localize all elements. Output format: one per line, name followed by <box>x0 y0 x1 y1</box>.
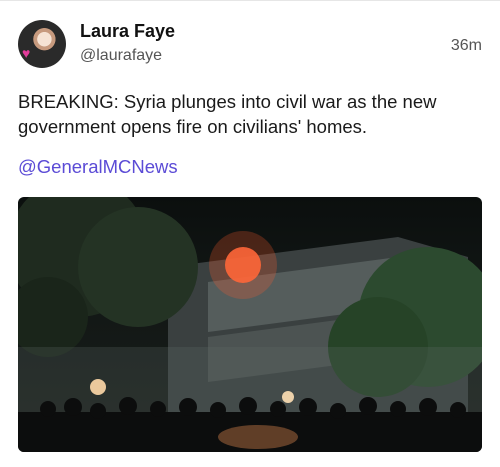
heart-icon: ♥ <box>22 45 31 61</box>
mention-link[interactable]: @GeneralMCNews <box>18 156 178 178</box>
tweet-text: BREAKING: Syria plunges into civil war a… <box>18 91 437 137</box>
tweet-card[interactable]: ♥ Laura Faye @laurafaye 36m BREAKING: Sy… <box>0 0 500 467</box>
author-name[interactable]: Laura Faye <box>80 21 175 42</box>
media-scene <box>18 197 482 452</box>
timestamp[interactable]: 36m <box>451 37 482 55</box>
avatar[interactable]: ♥ <box>18 20 66 68</box>
media-video-thumbnail[interactable] <box>18 197 482 452</box>
author-handle[interactable]: @laurafaye <box>80 47 162 65</box>
